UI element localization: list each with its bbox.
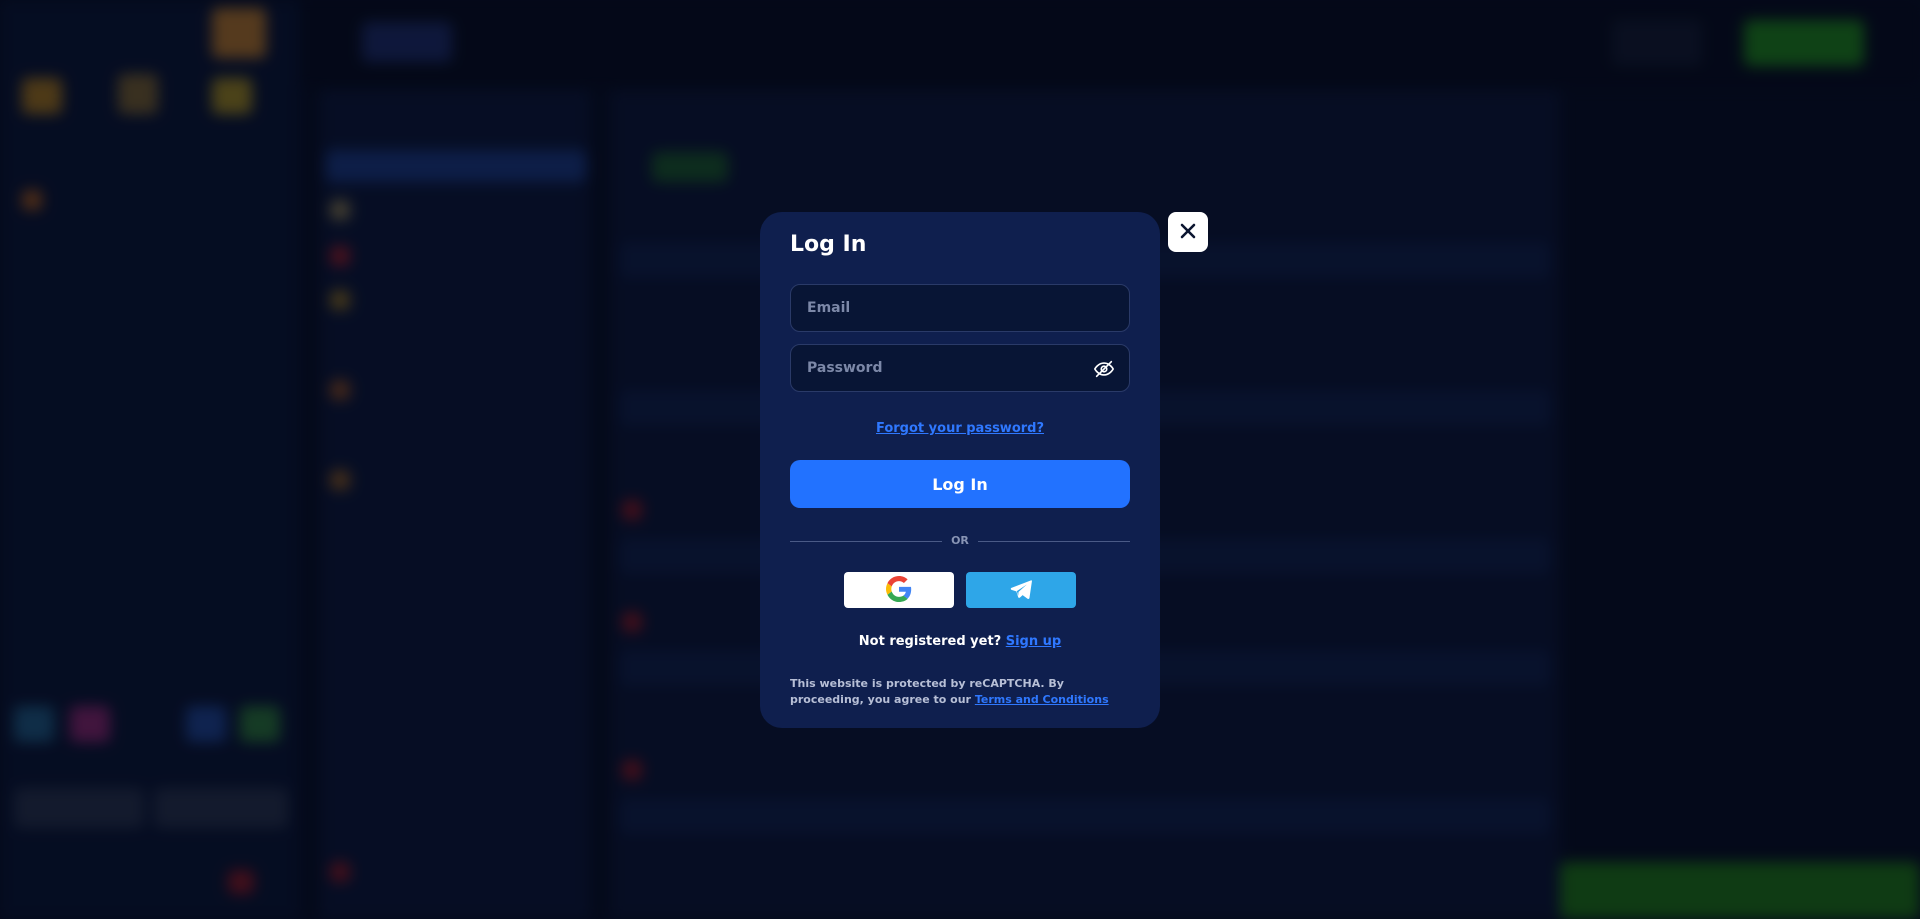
email-input[interactable] — [791, 285, 1129, 331]
close-modal-button[interactable] — [1168, 212, 1208, 252]
signup-link[interactable]: Sign up — [1006, 634, 1061, 649]
google-icon — [886, 575, 912, 605]
register-text: Not registered yet? — [858, 634, 1002, 649]
telegram-login-button[interactable] — [966, 572, 1076, 608]
legal-notice: This website is protected by reCAPTCHA. … — [790, 676, 1120, 708]
forgot-password-row: Forgot your password? — [760, 417, 1160, 436]
telegram-icon — [1010, 579, 1032, 602]
email-field-wrapper — [790, 284, 1130, 332]
or-divider: OR — [790, 534, 1130, 550]
forgot-password-link[interactable]: Forgot your password? — [876, 421, 1044, 436]
google-login-button[interactable] — [844, 572, 954, 608]
login-button[interactable]: Log In — [790, 460, 1130, 508]
password-field-wrapper — [790, 344, 1130, 392]
divider-line-right — [978, 541, 1130, 542]
eye-off-icon[interactable] — [1093, 358, 1115, 380]
login-modal: Log In Forgot your password? Log In OR — [760, 212, 1160, 728]
close-icon — [1180, 223, 1196, 242]
password-input[interactable] — [791, 345, 1129, 391]
register-prompt: Not registered yet? Sign up — [760, 634, 1160, 649]
terms-link[interactable]: Terms and Conditions — [975, 693, 1109, 706]
modal-title: Log In — [790, 232, 867, 257]
